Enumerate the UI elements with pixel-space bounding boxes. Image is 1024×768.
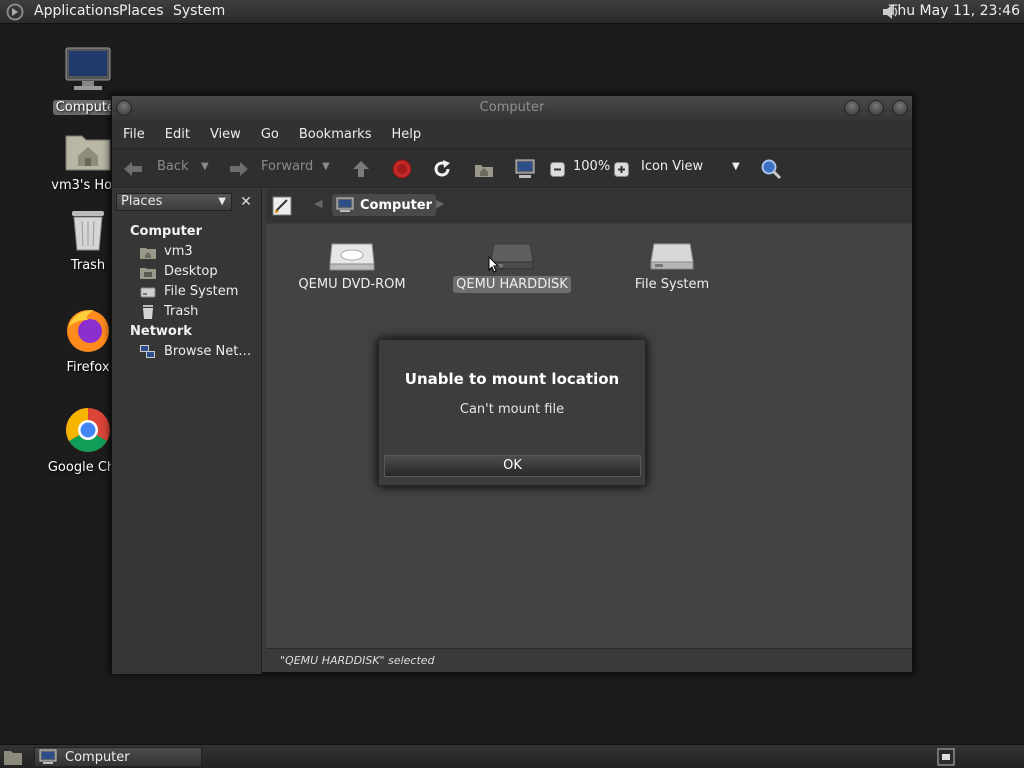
- show-desktop-icon[interactable]: [3, 748, 23, 766]
- view-mode-select[interactable]: Icon View: [641, 159, 703, 174]
- stop-icon[interactable]: [392, 159, 412, 179]
- desktop-folder-icon: [140, 267, 156, 279]
- places-menu[interactable]: Places: [119, 3, 164, 19]
- sidebar-item-label: Trash: [164, 304, 199, 319]
- places-selector[interactable]: Places ▼: [116, 193, 232, 211]
- menu-help[interactable]: Help: [391, 127, 421, 142]
- reload-icon[interactable]: [432, 159, 452, 179]
- tree-group-computer[interactable]: Computer: [130, 224, 202, 239]
- network-icon: [140, 344, 155, 358]
- sidebar-item-label: vm3: [164, 244, 193, 259]
- taskbar-item-label: Computer: [65, 749, 130, 765]
- workspace-switcher-icon[interactable]: [937, 748, 955, 766]
- home-icon: [140, 247, 156, 259]
- side-pane: Places ▼ ✕ Computer vm3 Desktop File Sys…: [112, 189, 262, 674]
- close-button[interactable]: [892, 100, 908, 116]
- zoom-level: 100%: [573, 159, 611, 174]
- clock[interactable]: Thu May 11, 23:46: [889, 3, 1020, 19]
- firefox-icon: [67, 310, 109, 352]
- chevron-down-icon: ▼: [218, 196, 226, 207]
- toolbar: Back ▼ Forward ▼ 100% Icon View ▼: [112, 148, 912, 188]
- bottom-panel: Computer: [0, 744, 1024, 768]
- desktop-icon-label: Trash: [70, 258, 106, 273]
- file-item-label: QEMU HARDDISK: [453, 276, 571, 293]
- file-item-dvd-rom[interactable]: QEMU DVD-ROM: [282, 240, 422, 293]
- trash-icon: [72, 211, 104, 251]
- back-history-dropdown[interactable]: ▼: [201, 161, 209, 172]
- edit-location-icon[interactable]: [272, 196, 292, 216]
- path-label: Computer: [360, 197, 433, 213]
- minimize-button[interactable]: [844, 100, 860, 116]
- tree-group-network[interactable]: Network: [130, 324, 192, 339]
- path-left-arrow[interactable]: ◀: [314, 197, 322, 210]
- drive-icon: [650, 243, 694, 270]
- menu-view[interactable]: View: [210, 127, 241, 142]
- computer-icon[interactable]: [514, 158, 536, 180]
- dvd-drive-icon: [329, 243, 375, 271]
- search-icon[interactable]: [760, 158, 782, 180]
- sidebar-item-desktop[interactable]: Desktop: [140, 264, 218, 279]
- sidebar-item-browse-network[interactable]: Browse Net…: [140, 344, 251, 359]
- sidebar-item-file-system[interactable]: File System: [140, 284, 238, 299]
- status-bar: "QEMU HARDDISK" selected: [266, 648, 912, 672]
- close-pane-icon[interactable]: ✕: [236, 193, 256, 211]
- desktop-icon-label: Firefox: [66, 360, 110, 375]
- taskbar-item-computer[interactable]: Computer: [34, 747, 202, 767]
- path-right-arrow[interactable]: ▶: [436, 197, 444, 210]
- ok-button[interactable]: OK: [384, 455, 641, 477]
- path-button-computer[interactable]: Computer: [332, 194, 437, 216]
- top-panel: Applications Places System Thu May 11, 2…: [0, 0, 1024, 24]
- drive-icon: [140, 287, 156, 297]
- window-menu-button[interactable]: [116, 100, 132, 116]
- gnome-foot-icon[interactable]: [6, 3, 24, 21]
- applications-menu[interactable]: Applications: [34, 3, 120, 19]
- home-icon[interactable]: [474, 159, 494, 179]
- menubar: File Edit View Go Bookmarks Help: [112, 120, 912, 148]
- sidebar-item-label: Browse Net…: [164, 344, 252, 359]
- file-item-file-system[interactable]: File System: [602, 240, 742, 293]
- zoom-in-icon[interactable]: [614, 162, 629, 177]
- zoom-out-icon[interactable]: [550, 162, 565, 177]
- window-titlebar[interactable]: Computer: [112, 96, 912, 120]
- places-selector-value: Places: [121, 194, 163, 209]
- dialog-message: Can't mount file: [459, 402, 565, 417]
- dialog-title: Unable to mount location: [404, 370, 620, 388]
- menu-go[interactable]: Go: [261, 127, 279, 142]
- file-item-harddisk[interactable]: QEMU HARDDISK: [442, 240, 582, 293]
- view-mode-dropdown[interactable]: ▼: [732, 161, 740, 172]
- back-arrow-icon[interactable]: [122, 160, 144, 178]
- menu-bookmarks[interactable]: Bookmarks: [299, 127, 372, 142]
- forward-history-dropdown[interactable]: ▼: [322, 161, 330, 172]
- forward-button[interactable]: Forward: [261, 159, 313, 174]
- forward-arrow-icon[interactable]: [228, 160, 250, 178]
- computer-icon: [65, 47, 111, 90]
- menu-file[interactable]: File: [123, 127, 145, 142]
- trash-icon: [143, 304, 153, 319]
- window-title: Computer: [479, 100, 545, 115]
- menu-edit[interactable]: Edit: [165, 127, 190, 142]
- location-bar: ◀ Computer ▶: [266, 189, 912, 223]
- mouse-cursor-icon: [488, 256, 500, 273]
- chrome-icon: [66, 408, 110, 452]
- up-arrow-icon[interactable]: [351, 159, 371, 179]
- sidebar-item-label: File System: [164, 284, 239, 299]
- home-folder-icon: [65, 135, 111, 171]
- back-button[interactable]: Back: [157, 159, 189, 174]
- computer-icon: [39, 749, 57, 764]
- sidebar-item-trash[interactable]: Trash: [140, 304, 198, 319]
- file-item-label: QEMU DVD-ROM: [298, 277, 406, 292]
- file-item-label: File System: [634, 277, 710, 292]
- maximize-button[interactable]: [868, 100, 884, 116]
- error-dialog: Unable to mount location Can't mount fil…: [378, 339, 646, 486]
- system-menu[interactable]: System: [173, 3, 225, 19]
- sidebar-item-label: Desktop: [164, 264, 218, 279]
- computer-icon: [336, 197, 354, 212]
- sidebar-item-vm3[interactable]: vm3: [140, 244, 193, 259]
